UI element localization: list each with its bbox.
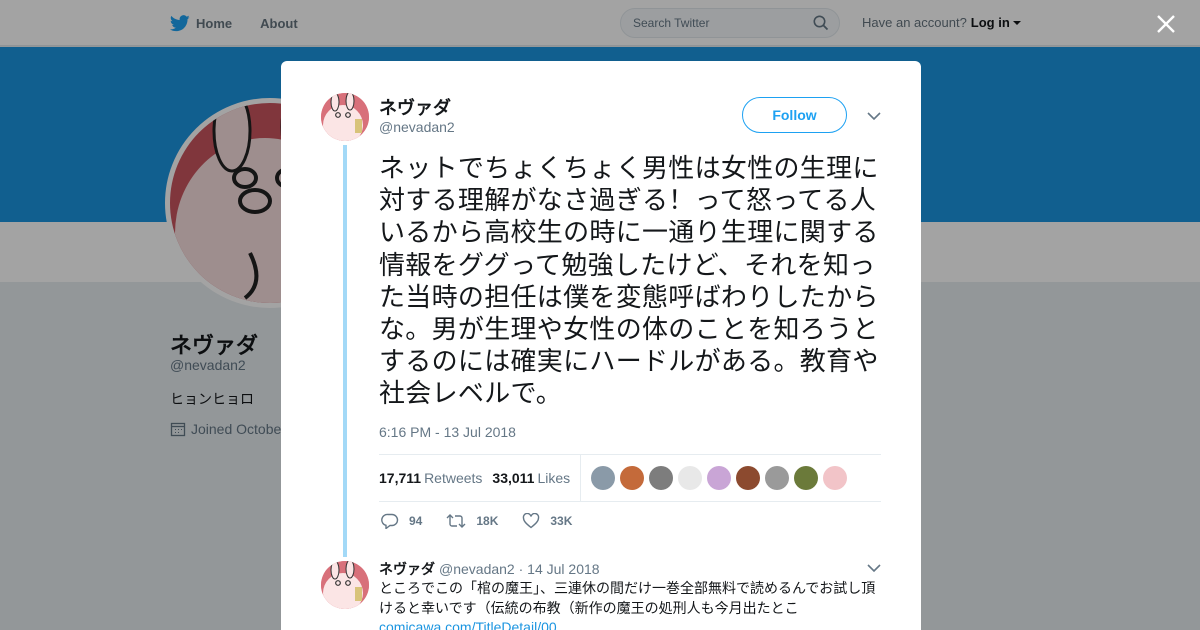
tweet-stats: 17,711 Retweets 33,011 Likes — [379, 454, 881, 502]
reply-action[interactable]: 94 — [381, 513, 422, 529]
retweet-action[interactable]: 18K — [446, 513, 498, 529]
follow-button[interactable]: Follow — [742, 97, 847, 133]
reply-icon — [381, 513, 399, 529]
retweet-icon — [446, 514, 466, 528]
liker-avatar[interactable] — [649, 466, 674, 490]
reply-author-handle[interactable]: @nevadan2 — [439, 561, 515, 577]
retweet-count: 18K — [476, 514, 499, 528]
retweets-stat[interactable]: 17,711 Retweets — [379, 470, 482, 486]
retweets-label: Retweets — [424, 470, 483, 486]
reply-author-avatar[interactable] — [321, 561, 369, 609]
tweet-actions: 94 18K 33K — [381, 513, 596, 529]
liker-avatar[interactable] — [707, 466, 732, 490]
reply-author-name[interactable]: ネヴァダ — [379, 561, 435, 577]
thread-line — [343, 145, 347, 557]
chevron-down-icon[interactable] — [867, 111, 881, 121]
reply-header: ネヴァダ @nevadan2 · 14 Jul 2018 — [379, 559, 600, 579]
bunny-avatar-icon — [321, 561, 369, 609]
likes-count: 33,011 — [492, 470, 535, 486]
liker-avatars — [591, 466, 852, 490]
retweets-count: 17,711 — [379, 470, 422, 486]
liker-avatar[interactable] — [620, 466, 645, 490]
reply-count: 94 — [409, 514, 423, 528]
tweet-timestamp[interactable]: 6:16 PM - 13 Jul 2018 — [379, 424, 516, 440]
reply-text: ところでこの「棺の魔王」、三連休の間だけ一巻全部無料で読めるんでお試し頂けると幸… — [379, 581, 876, 617]
tweet-author-name[interactable]: ネヴァダ — [379, 94, 451, 120]
tweet-text: ネットでちょくちょく男性は女性の生理に対する理解がなさ過ぎる！って怒ってる人いる… — [379, 154, 879, 410]
heart-icon — [523, 513, 540, 529]
liker-avatar[interactable] — [736, 466, 761, 490]
likes-label: Likes — [537, 470, 571, 486]
like-action[interactable]: 33K — [522, 513, 572, 529]
liker-avatar[interactable] — [765, 466, 790, 490]
tweet-author-handle[interactable]: @nevadan2 — [379, 119, 455, 135]
liker-avatar[interactable] — [823, 466, 848, 490]
like-count: 33K — [550, 514, 573, 528]
stats-divider — [580, 454, 582, 502]
reply-link[interactable]: comicawa.com/TitleDetail/00 — [379, 619, 557, 630]
liker-avatar[interactable] — [794, 466, 819, 490]
liker-avatar[interactable] — [678, 466, 703, 490]
liker-avatar[interactable] — [591, 466, 616, 490]
chevron-down-icon[interactable] — [867, 563, 881, 573]
bunny-avatar-icon — [321, 93, 369, 141]
reply-date[interactable]: · 14 Jul 2018 — [519, 561, 600, 577]
tweet-author-avatar[interactable] — [321, 93, 369, 141]
close-icon[interactable] — [1154, 12, 1178, 36]
likes-stat[interactable]: 33,011 Likes — [492, 470, 570, 486]
tweet-modal: ネヴァダ @nevadan2 Follow ネットでちょくちょく男性は女性の生理… — [281, 61, 921, 630]
